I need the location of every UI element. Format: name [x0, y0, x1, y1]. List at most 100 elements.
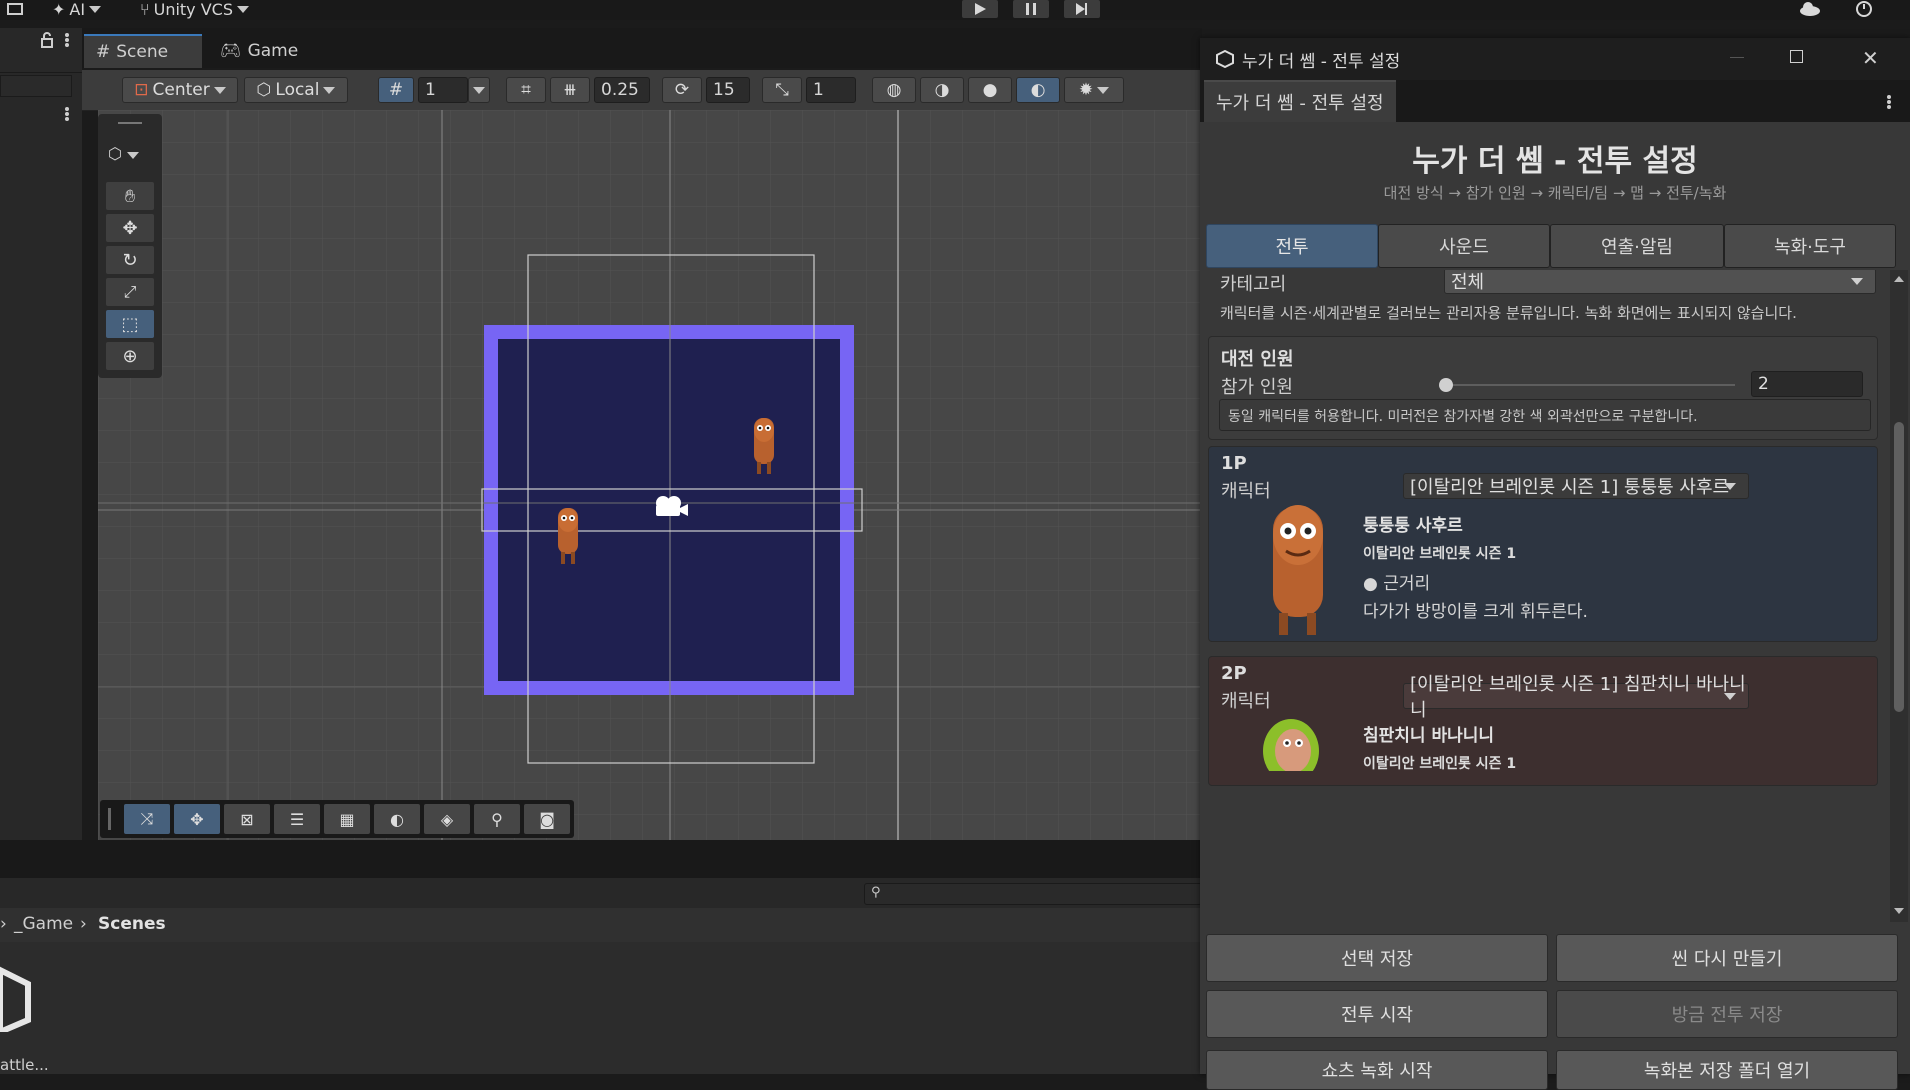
move-tool-button[interactable]: ✥ — [106, 214, 154, 242]
overlay-button-1[interactable]: ⤨ — [124, 804, 170, 834]
vcs-menu-button[interactable]: ⑂ Unity VCS — [140, 0, 250, 19]
minimize-icon[interactable] — [1730, 57, 1744, 58]
grid-size-field[interactable]: 1 — [418, 77, 468, 103]
drag-handle[interactable] — [118, 122, 142, 124]
debug-dropdown[interactable]: ✹ — [1064, 77, 1124, 103]
project-search-input[interactable]: ⚲ — [864, 883, 1202, 905]
unity-scene-asset-icon[interactable] — [0, 962, 34, 1032]
moon-icon: ◐ — [1030, 80, 1046, 100]
close-icon[interactable]: ✕ — [1862, 46, 1879, 70]
scale-tool-button[interactable]: ⤢ — [106, 278, 154, 306]
player-2-season: 이탈리안 브레인롯 시즌 1 — [1363, 756, 1517, 772]
overlay-button-7[interactable]: ◈ — [424, 804, 470, 834]
draw-mode-button[interactable]: ◍ — [872, 77, 916, 103]
player-1-attack-type-row: ● 근거리 — [1363, 569, 1430, 594]
start-shorts-recording-button[interactable]: 쇼츠 녹화 시작 — [1206, 1050, 1548, 1090]
tab-game[interactable]: 🎮︎ Game — [208, 34, 308, 68]
tab-battle[interactable]: 전투 — [1206, 224, 1378, 268]
rebuild-scene-button[interactable]: 씬 다시 만들기 — [1556, 934, 1898, 982]
unity-icon — [1216, 50, 1234, 68]
history-icon[interactable] — [1854, 0, 1874, 18]
player-1-character-dropdown[interactable]: [이탈리안 브레인롯 시즌 1] 퉁퉁퉁 사후르 — [1403, 473, 1749, 499]
breadcrumb-item[interactable]: _Game — [14, 914, 73, 934]
participant-slider-track[interactable] — [1445, 384, 1735, 386]
cube-icon: ⬡ — [108, 144, 122, 163]
scene-tabbar: # Scene 🎮︎ Game — [82, 28, 1202, 68]
overlay-button-9[interactable]: ◙ — [524, 804, 570, 834]
player-2-name: 침판치니 바나니니 — [1363, 726, 1495, 746]
rotate-snap-button[interactable]: ⟳ — [662, 77, 702, 103]
participant-slider-thumb[interactable] — [1439, 378, 1453, 392]
breadcrumb-item[interactable]: Scenes — [98, 914, 166, 934]
overlay-button-6[interactable]: ◐ — [374, 804, 420, 834]
overlay-button-2[interactable]: ✥ — [174, 804, 220, 834]
2d-toggle-button[interactable]: ◐ — [1016, 77, 1060, 103]
more-options-icon[interactable] — [64, 32, 70, 48]
lock-icon[interactable] — [40, 32, 54, 48]
snap-increment-field[interactable]: 0.25 — [594, 77, 650, 103]
category-dropdown[interactable]: 전체 — [1444, 270, 1876, 294]
grid-dropdown[interactable] — [468, 77, 490, 103]
player-2-section: 2P 캐릭터 [이탈리안 브레인롯 시즌 1] 침판치니 바나니니 침판치니 바… — [1208, 656, 1878, 786]
cloud-icon[interactable] — [1798, 0, 1822, 18]
player-2-character-dropdown[interactable]: [이탈리안 브레인롯 시즌 1] 침판치니 바나니니 — [1403, 674, 1749, 721]
tab-recording[interactable]: 녹화·도구 — [1724, 224, 1896, 268]
more-options-icon[interactable] — [1886, 94, 1892, 110]
rotate-icon: ↻ — [122, 249, 138, 271]
rotate-tool-button[interactable]: ↻ — [106, 246, 154, 274]
asset-name[interactable]: attle... — [0, 1056, 49, 1074]
header-title: 누가 더 쎔 - 전투 설정 — [1412, 144, 1698, 179]
view-tool-dropdown[interactable]: ⬡ — [108, 144, 140, 163]
layers-icon: ◈ — [440, 809, 454, 829]
increment-snap-button[interactable]: ⧻ — [550, 77, 590, 103]
overlay-button-4[interactable]: ☰ — [274, 804, 320, 834]
drag-handle[interactable] — [108, 808, 111, 830]
hierarchy-search-input[interactable] — [0, 75, 72, 97]
pivot-dropdown[interactable]: ⊡ Center — [122, 77, 238, 103]
more-options-icon[interactable] — [64, 106, 70, 122]
overlay-button-5[interactable]: ▦ — [324, 804, 370, 834]
rotate-snap-field[interactable]: 15 — [706, 77, 750, 103]
project-assets: attle... — [0, 942, 1202, 1074]
play-button[interactable] — [962, 0, 998, 18]
participant-label: 참가 인원 — [1221, 377, 1293, 398]
transform-tool-button[interactable]: ⊕ — [106, 342, 154, 370]
scene-viewport[interactable] — [98, 110, 1202, 840]
scrollbar[interactable] — [1890, 270, 1908, 922]
tab-scene[interactable]: # Scene — [84, 34, 202, 68]
window-tab[interactable]: 누가 더 쎔 - 전투 설정 — [1204, 80, 1396, 122]
ai-menu-button[interactable]: ✦ AI — [52, 0, 102, 19]
save-last-battle-button[interactable]: 방금 전투 저장 — [1556, 990, 1898, 1038]
open-recordings-folder-button[interactable]: 녹화본 저장 폴더 열기 — [1556, 1050, 1898, 1090]
scroll-down-icon[interactable] — [1894, 908, 1904, 914]
overlay-button-3[interactable]: ⊠ — [224, 804, 270, 834]
participant-count-field[interactable]: 2 — [1751, 371, 1863, 397]
shading-button[interactable]: ◑ — [920, 77, 964, 103]
maximize-icon[interactable] — [1790, 50, 1803, 63]
settings-scroll-area[interactable]: 카테고리 전체 캐릭터를 시즌·세계관별로 걸러보는 관리자용 분류입니다. 녹… — [1200, 270, 1910, 922]
tab-effects[interactable]: 연출·알림 — [1550, 224, 1724, 268]
scrollbar-thumb[interactable] — [1894, 422, 1904, 712]
overlay-button-8[interactable]: ⚲ — [474, 804, 520, 834]
window-titlebar[interactable]: 누가 더 쎔 - 전투 설정 ✕ — [1200, 38, 1910, 80]
category-label: 카테고리 — [1220, 274, 1287, 295]
save-selection-button[interactable]: 선택 저장 — [1206, 934, 1548, 982]
shaded-button[interactable]: ● — [968, 77, 1012, 103]
hand-tool-button[interactable]: ✋︎ — [106, 182, 154, 210]
scale-snap-button[interactable]: ⤡ — [762, 77, 802, 103]
rect-tool-button[interactable]: ⬚ — [106, 310, 154, 338]
grid-icon: ▦ — [339, 809, 355, 829]
step-button[interactable] — [1064, 0, 1100, 18]
pause-button[interactable] — [1013, 0, 1049, 18]
scroll-up-icon[interactable] — [1894, 276, 1904, 282]
grid-toggle-button[interactable]: # — [378, 77, 414, 103]
space-dropdown[interactable]: ⬡ Local — [244, 77, 348, 103]
grid-snap-button[interactable]: ⌗ — [506, 77, 546, 103]
pivot-icon: ⊡ — [134, 80, 149, 100]
scale-snap-field[interactable]: 1 — [806, 77, 856, 103]
bug-icon: ✹ — [1078, 80, 1094, 100]
increment-snap-icon: ⧻ — [562, 80, 578, 100]
menu-icon[interactable] — [6, 0, 24, 18]
tab-sound[interactable]: 사운드 — [1378, 224, 1550, 268]
start-battle-button[interactable]: 전투 시작 — [1206, 990, 1548, 1038]
